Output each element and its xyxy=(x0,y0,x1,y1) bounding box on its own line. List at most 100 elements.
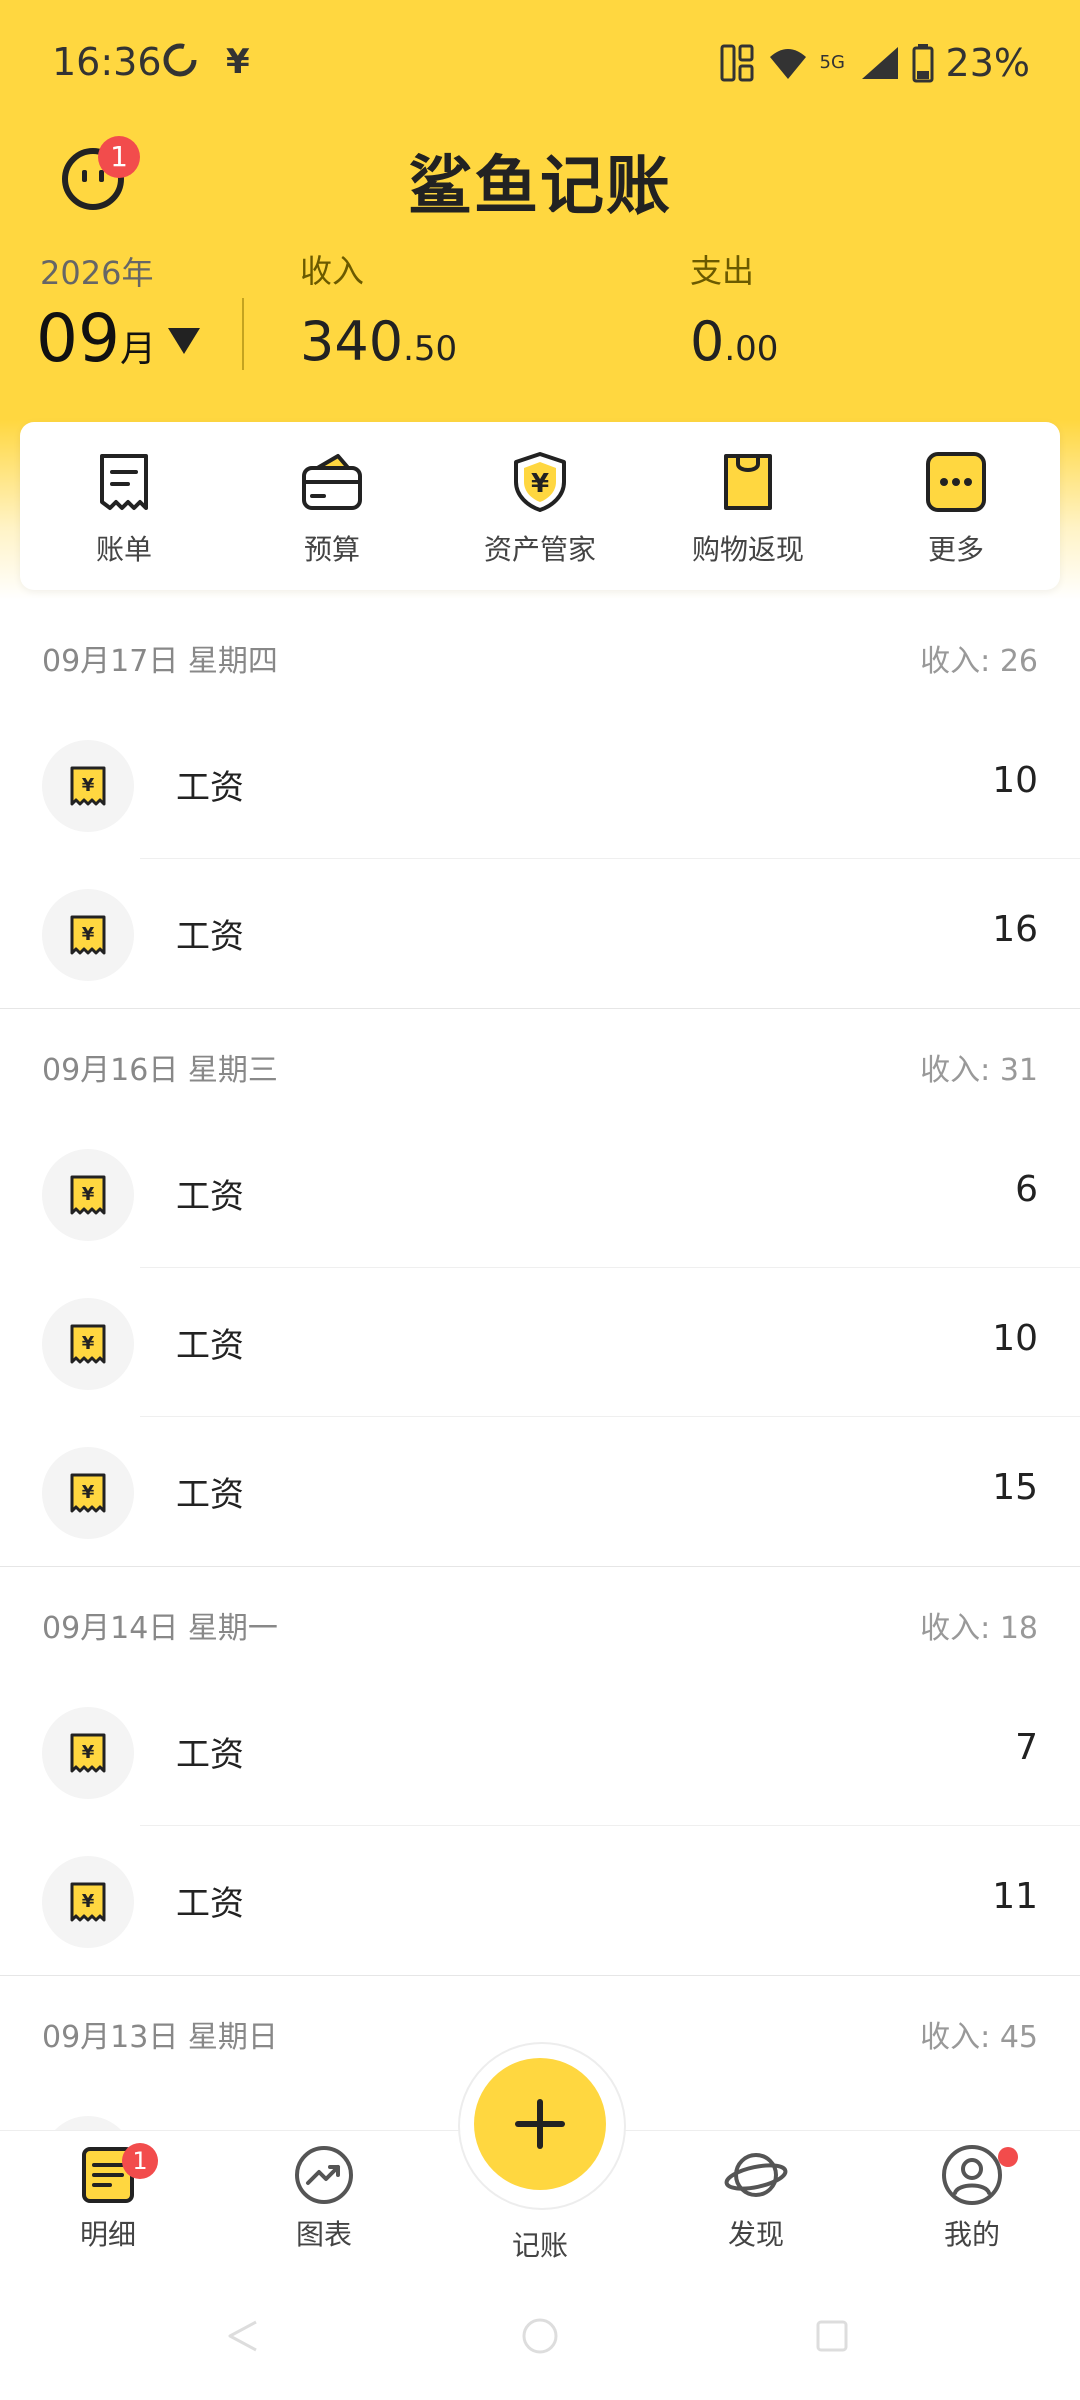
quick-action-cashback[interactable]: 购物返现 xyxy=(644,422,852,590)
transaction-name: 工资 xyxy=(176,1884,244,1924)
income-label: 收入 xyxy=(300,252,365,290)
wifi-icon xyxy=(769,49,806,79)
battery-icon xyxy=(912,44,934,83)
quick-action-label: 预算 xyxy=(303,533,360,566)
transaction-row[interactable]: ¥ 工资 7 xyxy=(0,1677,1080,1826)
svg-text:¥: ¥ xyxy=(82,1891,95,1912)
yuan-status-icon: ¥ xyxy=(226,42,250,82)
salary-receipt-icon: ¥ xyxy=(70,1324,106,1364)
transaction-row[interactable]: ¥ 工资 10 xyxy=(0,710,1080,859)
month-number: 09 xyxy=(36,300,120,377)
group-summary: 收入: 31 xyxy=(920,1053,1038,1088)
svg-text:¥: ¥ xyxy=(82,1184,95,1205)
quick-action-label: 账单 xyxy=(95,533,152,566)
nav-label: 明细 xyxy=(79,2218,136,2251)
expense-int: 0 xyxy=(690,310,725,373)
more-icon xyxy=(926,452,986,512)
group-date: 09月17日 星期四 xyxy=(42,644,278,679)
sync-icon xyxy=(163,43,197,77)
signal-icon xyxy=(861,47,898,79)
transaction-name: 工资 xyxy=(176,1177,244,1217)
quick-action-bill[interactable]: 账单 xyxy=(20,422,228,590)
nav-dot xyxy=(998,2147,1018,2167)
transaction-amount: 6 xyxy=(1015,1169,1038,1210)
status-right: 5G 23% xyxy=(720,38,1030,88)
transaction-amount: 15 xyxy=(992,1467,1038,1508)
transaction-row[interactable]: ¥ 工资 15 xyxy=(0,1417,1080,1566)
transaction-amount: 10 xyxy=(992,760,1038,801)
transaction-row[interactable]: ¥ 工资 10 xyxy=(0,1268,1080,1417)
svg-text:¥: ¥ xyxy=(82,924,95,945)
transaction-amount: 11 xyxy=(992,1876,1038,1917)
shield-yuan-icon: ¥ xyxy=(514,452,566,512)
group-summary: 收入: 26 xyxy=(920,644,1038,679)
nfc-icon xyxy=(720,44,754,82)
planet-icon xyxy=(724,2153,788,2197)
salary-receipt-icon: ¥ xyxy=(70,915,106,955)
transaction-name: 工资 xyxy=(176,768,244,808)
transaction-name: 工资 xyxy=(176,1735,244,1775)
transaction-name: 工资 xyxy=(176,917,244,957)
year-label[interactable]: 2026年 xyxy=(40,248,153,294)
income-dec: .50 xyxy=(403,329,458,369)
record-fab-button[interactable] xyxy=(474,2058,606,2190)
salary-receipt-icon: ¥ xyxy=(70,1175,106,1215)
app-title: 鲨鱼记账 xyxy=(408,150,672,224)
svg-text:¥: ¥ xyxy=(531,469,549,499)
transaction-list: 09月17日 星期四 收入: 26 ¥ 工资 10 ¥ 工资 16 09月16日… xyxy=(0,600,1080,2235)
quick-action-more[interactable]: 更多 xyxy=(852,422,1060,590)
nav-label: 我的 xyxy=(943,2218,1000,2251)
nav-tab-detail[interactable]: 明细 1 xyxy=(38,2143,178,2253)
trend-chart-icon xyxy=(295,2146,353,2204)
category-icon-wrap: ¥ xyxy=(42,889,134,981)
expense-value: 0.00 xyxy=(690,310,778,373)
category-icon-wrap: ¥ xyxy=(42,740,134,832)
status-bar: 16:36 ¥ 5G 23% xyxy=(0,0,1080,120)
nav-label: 图表 xyxy=(295,2218,352,2251)
transaction-row[interactable]: ¥ 工资 16 xyxy=(0,859,1080,1008)
quick-action-assets[interactable]: ¥ 资产管家 xyxy=(436,422,644,590)
shopping-bag-icon xyxy=(724,454,772,510)
nav-tab-chart[interactable]: 图表 xyxy=(254,2143,394,2253)
group-summary: 收入: 18 xyxy=(920,1611,1038,1646)
salary-receipt-icon: ¥ xyxy=(70,1882,106,1922)
record-label: 记账 xyxy=(511,2229,568,2262)
transaction-row[interactable]: ¥ 工资 11 xyxy=(0,1826,1080,1975)
quick-action-label: 购物返现 xyxy=(691,533,804,566)
quick-actions-card: 账单 预算 ¥ 资产管家 购物返现 更多 xyxy=(20,422,1060,590)
status-time: 16:36 xyxy=(52,40,162,84)
signal-label: 5G xyxy=(819,52,845,73)
category-icon-wrap: ¥ xyxy=(42,1856,134,1948)
category-icon-wrap: ¥ xyxy=(42,1707,134,1799)
bill-icon xyxy=(100,454,148,510)
battery-percent: 23% xyxy=(945,41,1030,85)
quick-action-label: 更多 xyxy=(927,533,984,566)
transaction-row[interactable]: ¥ 工资 6 xyxy=(0,1119,1080,1268)
transaction-name: 工资 xyxy=(176,1326,244,1366)
salary-receipt-icon: ¥ xyxy=(70,1473,106,1513)
back-icon[interactable] xyxy=(224,2316,264,2356)
transaction-amount: 10 xyxy=(992,1318,1038,1359)
svg-text:¥: ¥ xyxy=(82,775,95,796)
month-selector[interactable]: 09月 xyxy=(36,300,156,377)
group-summary: 收入: 45 xyxy=(920,2020,1038,2055)
nav-badge: 1 xyxy=(122,2143,158,2179)
nav-tab-mine[interactable]: 我的 xyxy=(902,2143,1042,2253)
recents-icon[interactable] xyxy=(812,2316,852,2356)
quick-action-label: 资产管家 xyxy=(483,533,596,566)
month-unit: 月 xyxy=(119,329,156,370)
group-date: 09月16日 星期三 xyxy=(42,1053,278,1088)
header-divider xyxy=(242,298,244,370)
svg-text:¥: ¥ xyxy=(82,1333,95,1354)
transaction-name: 工资 xyxy=(176,1475,244,1515)
expense-dec: .00 xyxy=(724,329,779,369)
nav-tab-discover[interactable]: 发现 xyxy=(686,2143,826,2253)
caret-down-icon[interactable] xyxy=(168,328,200,354)
income-int: 340 xyxy=(300,310,404,373)
nav-label: 发现 xyxy=(727,2218,784,2251)
user-profile-icon xyxy=(942,2145,1002,2205)
salary-receipt-icon: ¥ xyxy=(70,766,106,806)
home-icon[interactable] xyxy=(520,2316,560,2356)
salary-receipt-icon: ¥ xyxy=(70,1733,106,1773)
quick-action-budget[interactable]: 预算 xyxy=(228,422,436,590)
